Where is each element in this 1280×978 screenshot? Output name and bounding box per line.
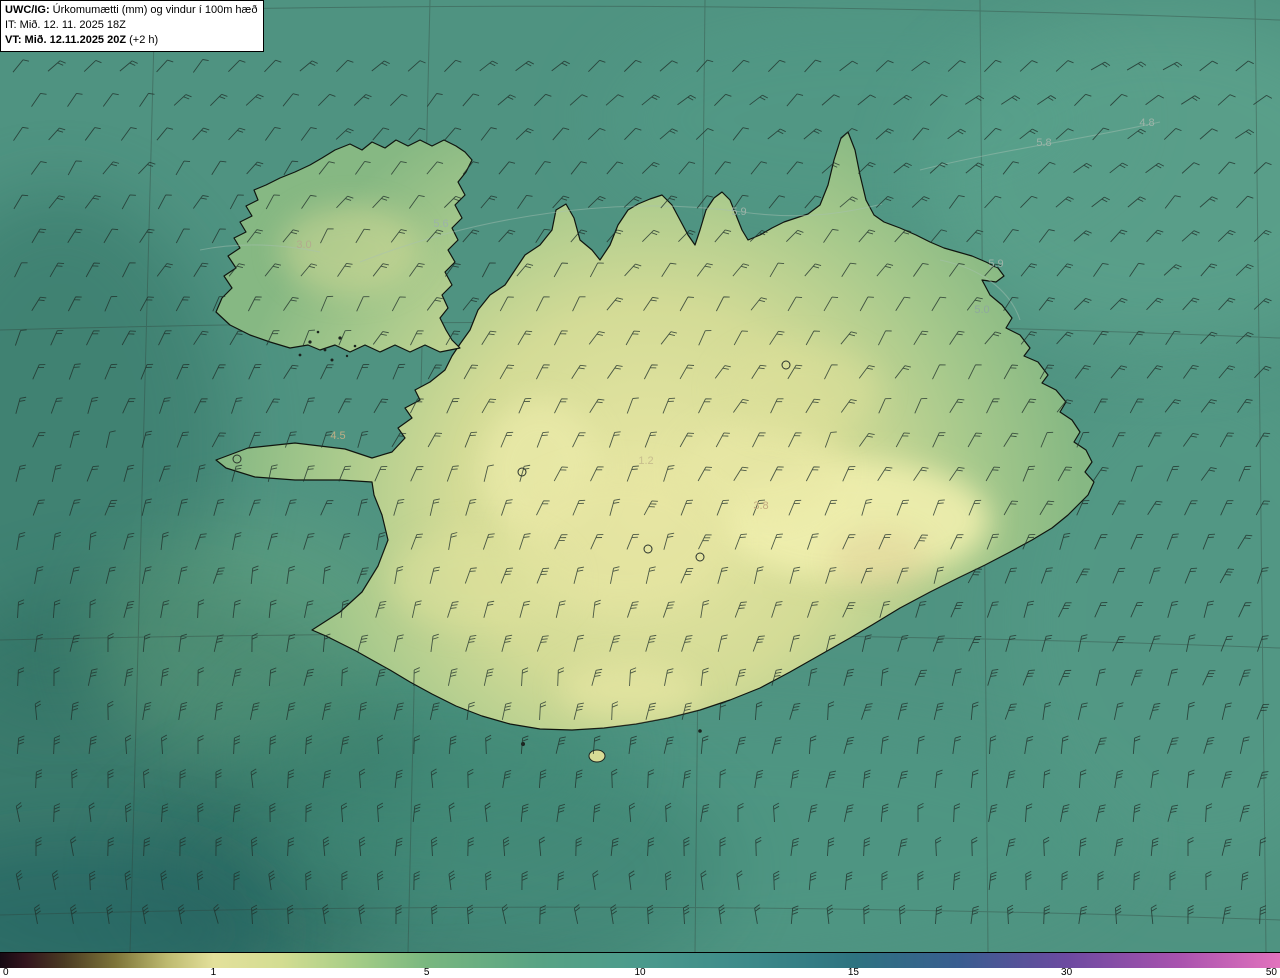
contour-label: 1.2: [638, 455, 653, 467]
weather-map-app: 4.8 5.8 5.9 5.6 3.0 5.9 5.0 4.5 1.2 3.8 UWC/IG: Ú…: [0, 0, 1280, 978]
valid-offset: (+2 h): [126, 33, 159, 46]
contour-label: 5.0: [974, 304, 989, 316]
contour-label: 4.8: [1139, 117, 1154, 129]
contour-label: 3.0: [296, 239, 311, 251]
info-line-init: IT: Mið. 12. 11. 2025 18Z: [5, 18, 126, 31]
valid-time: VT: Mið. 12.11.2025 20Z: [5, 33, 127, 46]
map-info-box: UWC/IG: Úrkomumætti (mm) og vindur í 100…: [0, 0, 265, 52]
contour-label: 5.9: [988, 258, 1003, 270]
colorbar-tick: 1: [210, 967, 217, 978]
product-title: Úrkomumætti (mm) og vindur í 100m hæð: [49, 4, 258, 16]
colorbar-tick: 50: [1265, 967, 1277, 978]
contour-label: 4.5: [330, 430, 345, 442]
colorbar-tick: 30: [1061, 967, 1073, 978]
contour-label: 5.8: [1036, 137, 1051, 149]
contour-label: 5.6: [433, 218, 448, 230]
colorbar-ticks: 0 1 5 10 15 30 50: [0, 967, 1280, 978]
contour-label: 5.9: [731, 206, 746, 218]
product-code: UWC/IG:: [5, 4, 50, 16]
weather-map: 4.8 5.8 5.9 5.6 3.0 5.9 5.0 4.5 1.2 3.8: [0, 0, 1280, 952]
info-line-product: UWC/IG: Úrkomumætti (mm) og vindur í 100…: [5, 3, 257, 18]
info-line-valid: VT: Mið. 12.11.2025 20Z (+2 h): [5, 33, 257, 48]
contour-label: 3.8: [753, 500, 768, 512]
colorbar-tick: 10: [634, 967, 646, 978]
colorbar-gradient: [0, 952, 1280, 968]
colorbar-legend: 0 1 5 10 15 30 50: [0, 952, 1280, 978]
colorbar-tick: 5: [423, 967, 430, 978]
colorbar-tick: 0: [3, 967, 9, 978]
colorbar-tick: 15: [847, 967, 859, 978]
